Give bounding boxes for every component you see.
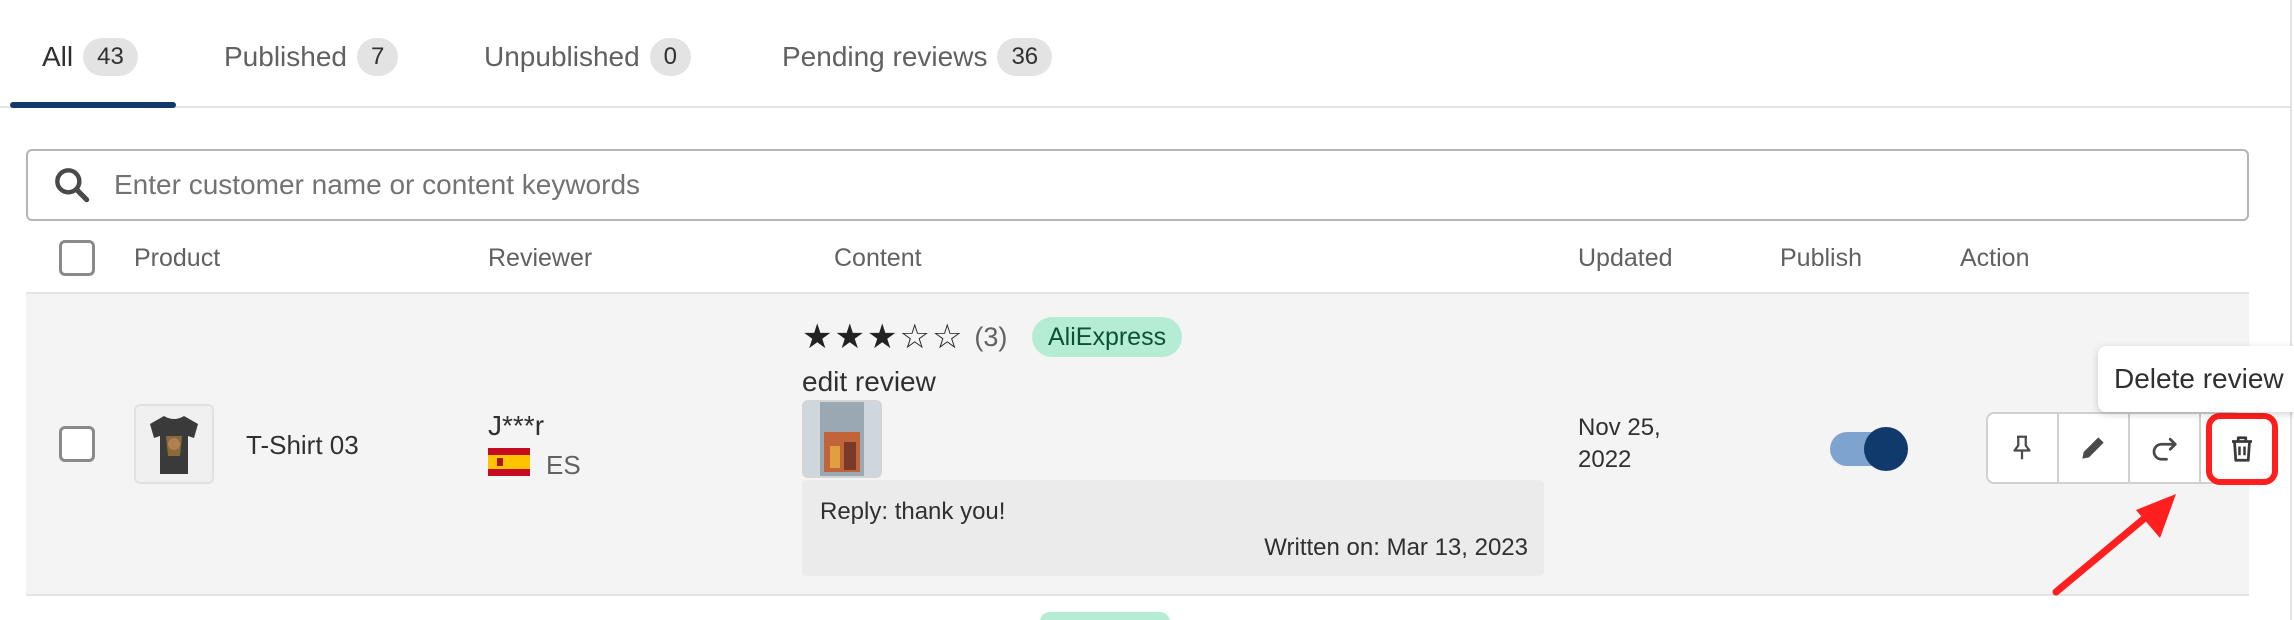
trash-icon [2232, 436, 2252, 462]
edit-button[interactable] [2059, 414, 2130, 482]
panel-divider [2290, 0, 2292, 620]
star-filled-icon: ★ [834, 318, 865, 356]
table-header: Product Reviewer Content Updated Publish… [26, 226, 2249, 294]
share-icon [2152, 437, 2177, 461]
star-filled-icon: ★ [866, 318, 898, 356]
active-tab-indicator [10, 102, 176, 108]
delete-review-tooltip: Delete review [2098, 346, 2294, 412]
annotation-arrow-icon [2052, 494, 2176, 596]
tab-count-badge: 43 [83, 38, 138, 76]
spain-flag-icon [488, 448, 530, 476]
review-text: edit review [802, 366, 936, 397]
star-empty-icon: ☆ [931, 318, 963, 356]
tab-count-badge: 36 [997, 38, 1053, 76]
tab-pending-reviews[interactable]: Pending reviews 36 [782, 36, 1053, 78]
tab-published[interactable]: Published 7 [224, 36, 399, 78]
edit-icon [2082, 437, 2104, 459]
select-all-checkbox[interactable] [59, 240, 95, 276]
publish-toggle[interactable] [1830, 427, 1908, 471]
pin-icon [2013, 435, 2032, 460]
product-thumbnail [134, 404, 214, 484]
action-button-group [1986, 412, 2242, 484]
toggle-knob [1864, 427, 1908, 471]
review-photo[interactable] [802, 400, 882, 478]
tab-label: All [42, 41, 74, 72]
star-empty-icon: ☆ [899, 318, 930, 356]
rating-count: (3) [974, 321, 1008, 352]
source-badge: AliExpress [1032, 317, 1183, 357]
next-row-badge-partial [1040, 612, 1170, 620]
tab-label: Unpublished [484, 41, 640, 72]
tab-label: Published [224, 41, 347, 72]
search-icon [55, 168, 90, 203]
pin-button[interactable] [1988, 414, 2059, 482]
reviewer-name: J***r [488, 410, 545, 441]
reply-text: Reply: thank you! [820, 498, 1006, 525]
column-header-updated: Updated [1578, 244, 1673, 272]
tab-label: Pending reviews [782, 41, 988, 72]
column-header-publish: Publish [1780, 244, 1862, 272]
column-header-reviewer: Reviewer [488, 244, 593, 272]
tab-count-badge: 0 [649, 38, 692, 76]
reply-button[interactable] [2130, 414, 2201, 482]
updated-date-line1: Nov 25, [1578, 414, 1661, 441]
star-filled-icon: ★ [802, 318, 833, 356]
reply-box: Reply: thank you! Written on: Mar 13, 20… [802, 480, 1544, 576]
column-header-content: Content [834, 244, 922, 272]
row-checkbox[interactable] [59, 426, 95, 462]
reply-date: Written on: Mar 13, 2023 [1264, 534, 1528, 561]
star-rating: ★ ★ ★ ☆ ☆ (3) [802, 320, 1007, 354]
tab-count-badge: 7 [356, 38, 399, 76]
column-header-product: Product [134, 244, 221, 272]
search-input[interactable] [114, 169, 2114, 201]
tab-all[interactable]: All 43 [42, 36, 138, 78]
column-header-action: Action [1960, 244, 2030, 272]
reviewer-country: ES [546, 450, 581, 480]
search-bar [26, 149, 2249, 221]
updated-date-line2: 2022 [1578, 446, 1632, 473]
delete-button[interactable] [2206, 413, 2278, 485]
tab-unpublished[interactable]: Unpublished 0 [484, 36, 692, 78]
table-row: T-Shirt 03 J***r ES ★ ★ ★ ☆ ☆ (3) AliExp… [26, 294, 2278, 596]
review-tabs: All 43 Published 7 Unpublished 0 Pending… [0, 0, 2290, 108]
product-name: T-Shirt 03 [246, 430, 359, 460]
